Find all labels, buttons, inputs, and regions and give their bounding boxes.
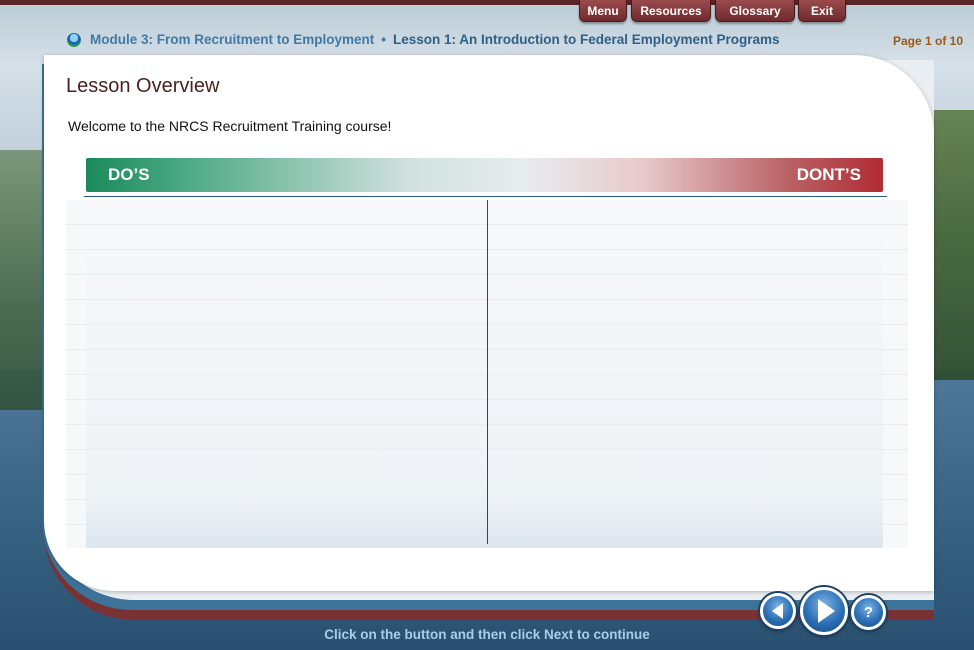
help-button[interactable]: ? xyxy=(851,595,886,630)
globe-icon xyxy=(67,32,81,47)
notebook-fade xyxy=(86,200,883,548)
exit-button[interactable]: Exit xyxy=(798,0,846,22)
help-icon: ? xyxy=(863,604,874,621)
footer-instruction: Click on the button and then click Next … xyxy=(324,627,650,642)
next-arrow-icon xyxy=(817,599,835,623)
menu-button[interactable]: Menu xyxy=(579,0,627,22)
back-button[interactable] xyxy=(760,593,796,629)
back-arrow-icon xyxy=(771,603,783,619)
dos-label: DO’S xyxy=(108,165,150,184)
breadcrumb: Module 3: From Recruitment to Employment… xyxy=(67,32,780,47)
breadcrumb-separator: • xyxy=(381,32,387,47)
lesson-title: Lesson 1: An Introduction to Federal Emp… xyxy=(393,32,780,47)
module-title: Module 3: From Recruitment to Employment xyxy=(90,32,375,47)
page-title: Lesson Overview xyxy=(66,75,220,97)
welcome-text: Welcome to the NRCS Recruitment Training… xyxy=(68,118,392,134)
donts-label: DONT’S xyxy=(796,165,861,184)
glossary-button[interactable]: Glossary xyxy=(715,0,795,22)
banner-rule xyxy=(84,196,887,197)
column-divider xyxy=(487,200,488,544)
page-indicator: Page 1 of 10 xyxy=(892,34,963,48)
resources-button[interactable]: Resources xyxy=(631,0,711,22)
dos-donts-banner: DO’S DONT’S xyxy=(86,158,883,192)
